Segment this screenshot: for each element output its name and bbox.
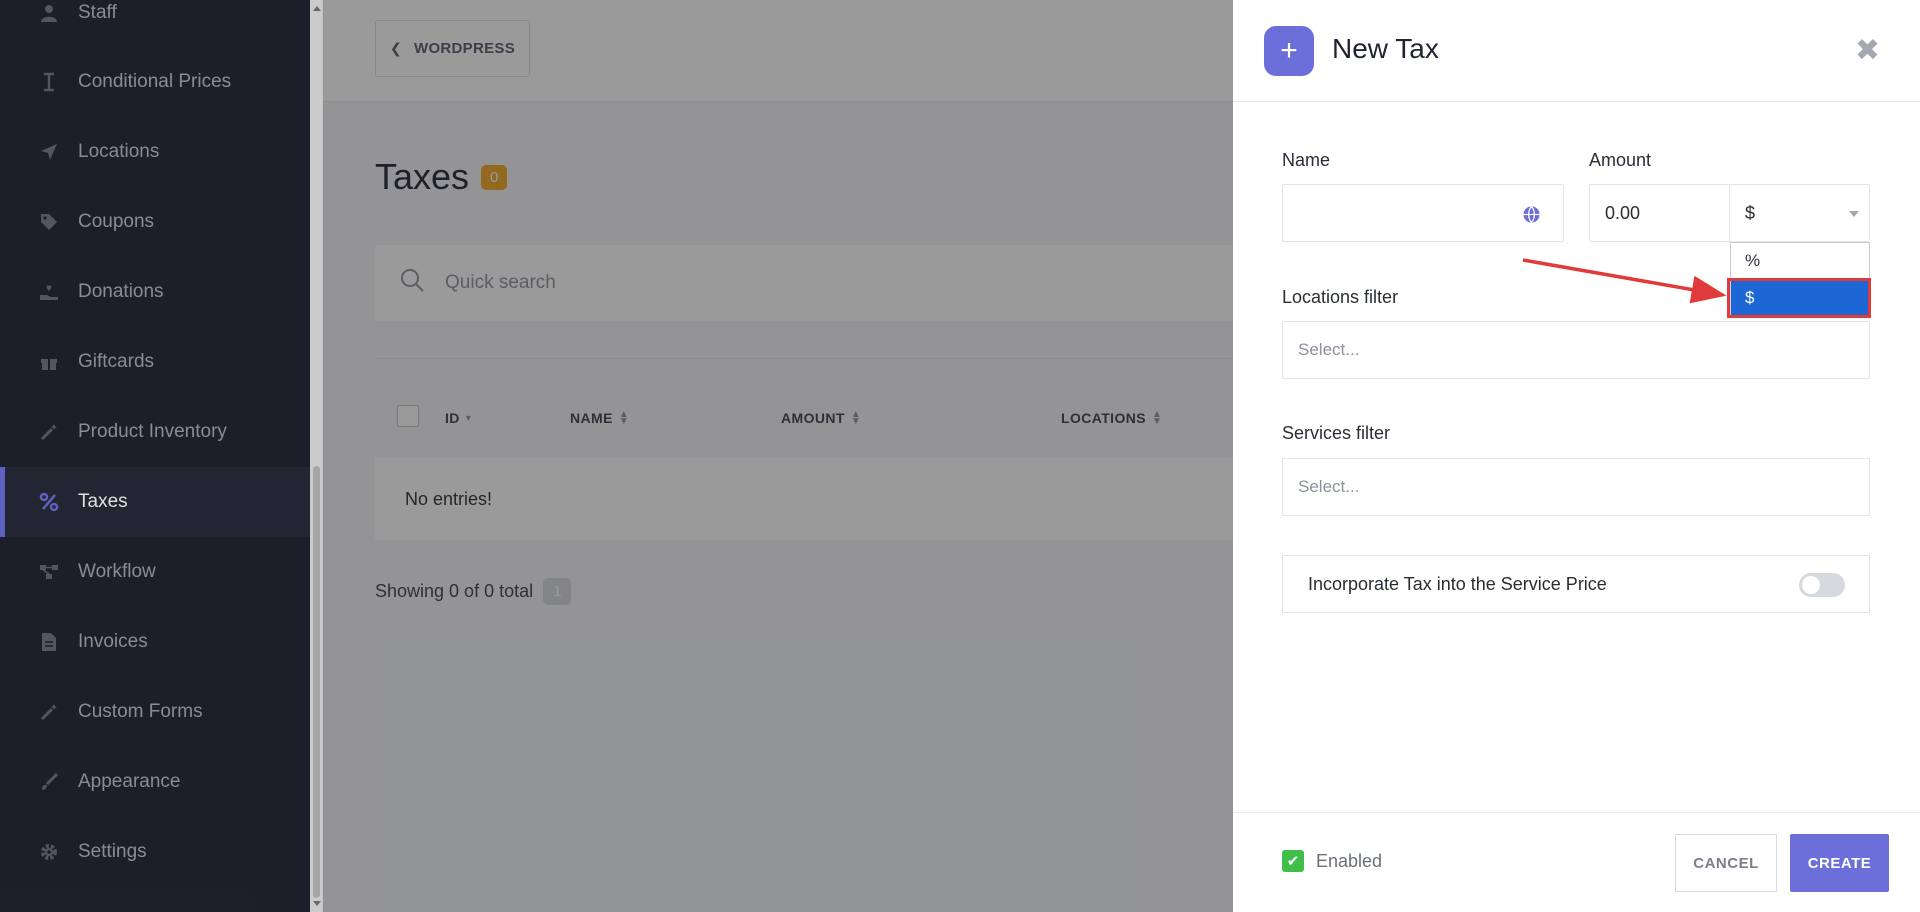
panel-header: + New Tax ✖ <box>1233 0 1920 102</box>
locations-filter-select[interactable]: Select... <box>1282 321 1870 379</box>
amount-input[interactable]: 0.00 <box>1589 184 1731 242</box>
name-label: Name <box>1282 150 1331 170</box>
cancel-button[interactable]: CANCEL <box>1675 834 1777 892</box>
amount-label: Amount <box>1589 150 1652 170</box>
amount-type-option-percent[interactable]: % <box>1731 243 1869 279</box>
incorporate-tax-toggle[interactable] <box>1799 573 1845 597</box>
amount-type-select[interactable]: $ <box>1729 184 1870 242</box>
services-filter-placeholder: Select... <box>1298 477 1360 496</box>
enabled-checkbox[interactable]: ✔ Enabled <box>1282 850 1382 872</box>
plus-icon: + <box>1264 26 1314 76</box>
create-button[interactable]: CREATE <box>1790 834 1889 892</box>
incorporate-tax-label: Incorporate Tax into the Service Price <box>1308 573 1607 594</box>
close-icon[interactable]: ✖ <box>1855 36 1880 66</box>
modal-backdrop[interactable] <box>323 0 1233 912</box>
services-filter-label: Services filter <box>1282 423 1391 443</box>
toggle-knob <box>1802 576 1820 594</box>
sidebar-dim-overlay <box>0 0 323 912</box>
panel-title: New Tax <box>1332 33 1439 64</box>
locations-filter-label: Locations filter <box>1282 287 1399 307</box>
name-input[interactable] <box>1282 184 1564 242</box>
amount-type-value: $ <box>1745 202 1756 223</box>
locations-filter-placeholder: Select... <box>1298 340 1360 359</box>
enabled-label: Enabled <box>1316 850 1383 871</box>
checkmark-icon: ✔ <box>1282 850 1304 872</box>
globe-icon[interactable] <box>1522 205 1541 229</box>
new-tax-panel: + New Tax ✖ <box>1233 0 1920 912</box>
annotation-highlight-box <box>1727 278 1871 318</box>
amount-value: 0.00 <box>1605 202 1641 223</box>
services-filter-select[interactable]: Select... <box>1282 458 1870 516</box>
chevron-down-icon <box>1849 211 1859 217</box>
annotation-arrow-icon <box>1522 258 1727 304</box>
incorporate-tax-row: Incorporate Tax into the Service Price <box>1282 555 1870 613</box>
